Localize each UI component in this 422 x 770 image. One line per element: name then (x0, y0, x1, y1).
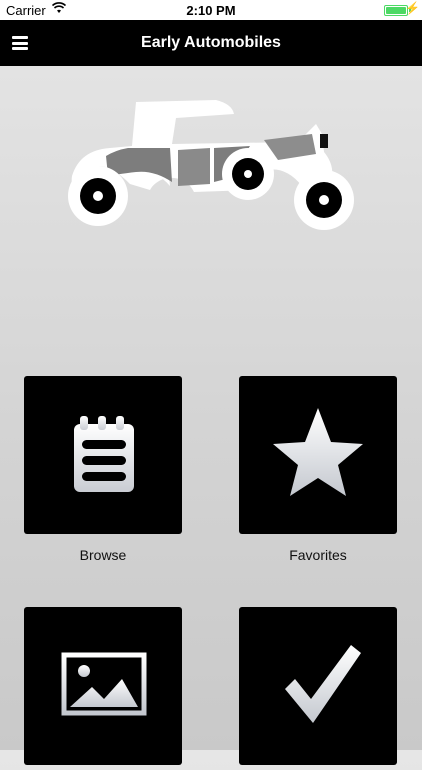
navigation-bar: Early Automobiles (0, 20, 422, 66)
favorites-label[interactable]: Favorites (238, 547, 398, 563)
browse-tile[interactable] (24, 376, 182, 534)
checkmark-icon (285, 645, 361, 723)
status-bar: Carrier 2:10 PM ⚡ (0, 0, 422, 20)
vintage-car-icon (68, 100, 354, 230)
image-gallery-icon (61, 652, 147, 716)
charging-bolt-icon: ⚡ (405, 1, 420, 15)
gallery-tile[interactable] (24, 607, 182, 765)
clock: 2:10 PM (186, 3, 236, 18)
browse-label[interactable]: Browse (23, 547, 183, 563)
notepad-list-icon (74, 416, 134, 492)
star-icon (273, 408, 363, 496)
checklist-tile[interactable] (239, 607, 397, 765)
page-title: Early Automobiles (141, 34, 281, 51)
favorites-tile[interactable] (239, 376, 397, 534)
